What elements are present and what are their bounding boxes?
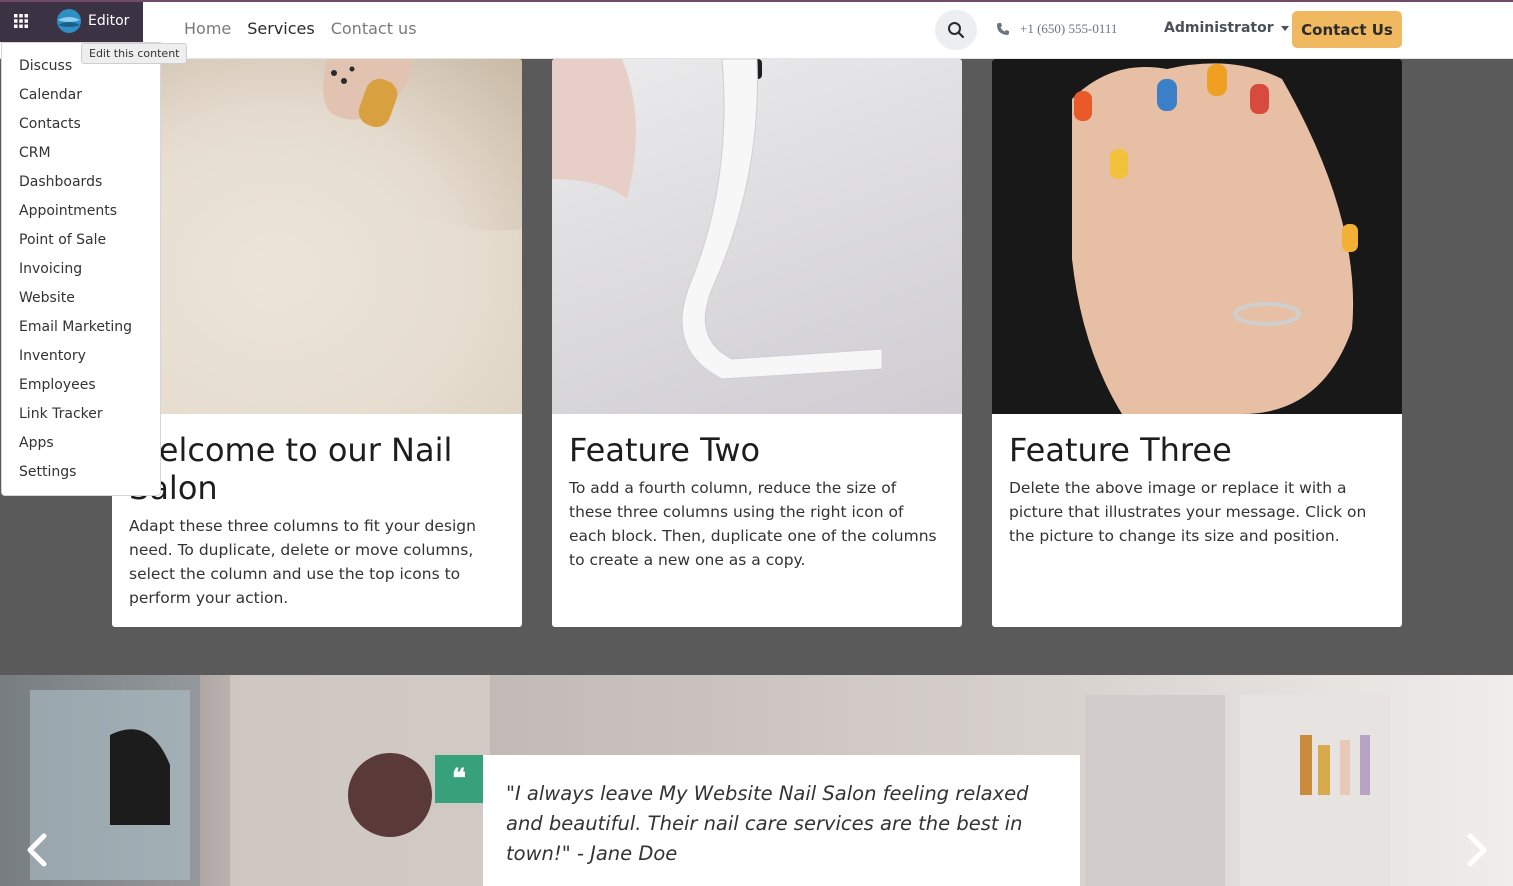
card-text-2: To add a fourth column, reduce the size …	[569, 479, 937, 569]
card-title-1: Welcome to our Nail Salon	[129, 431, 453, 507]
apps-grid-icon	[13, 14, 28, 28]
menu-item-appointments[interactable]: Appointments	[2, 197, 160, 226]
apps-dropdown-menu: Discuss Calendar Contacts CRM Dashboards…	[1, 42, 161, 496]
phone-contact[interactable]: +1 (650) 555-0111	[996, 21, 1117, 37]
editor-label: Editor	[88, 13, 130, 29]
feature-card-1: Welcome to our Nail Salon Adapt these th…	[112, 59, 522, 627]
apps-menu-button[interactable]	[0, 0, 41, 42]
nav-link-home[interactable]: Home	[184, 19, 231, 38]
menu-item-contacts[interactable]: Contacts	[2, 110, 160, 139]
user-name: Administrator	[1164, 20, 1274, 36]
nav-link-contact[interactable]: Contact us	[331, 19, 417, 38]
menu-item-website[interactable]: Website	[2, 284, 160, 313]
testimonial-card: "I always leave My Website Nail Salon fe…	[483, 755, 1080, 886]
search-icon	[948, 22, 965, 39]
quote-icon: ❝	[435, 755, 483, 803]
phone-number: +1 (650) 555-0111	[1020, 21, 1118, 36]
carousel-prev-icon[interactable]	[22, 832, 54, 868]
menu-item-crm[interactable]: CRM	[2, 139, 160, 168]
main-nav: Home Services Contact us	[184, 19, 417, 38]
feature-image-1[interactable]	[112, 59, 522, 414]
menu-item-apps[interactable]: Apps	[2, 429, 160, 458]
menu-item-employees[interactable]: Employees	[2, 371, 160, 400]
menu-item-dashboards[interactable]: Dashboards	[2, 168, 160, 197]
testimonial-quote: "I always leave My Website Nail Salon fe…	[506, 782, 1029, 865]
carousel-next-icon[interactable]	[1460, 832, 1492, 868]
feature-card-2: Feature Two To add a fourth column, redu…	[552, 59, 962, 627]
knit-sweater-image	[112, 59, 522, 414]
menu-item-point-of-sale[interactable]: Point of Sale	[2, 226, 160, 255]
manicured-hands-image	[1072, 63, 1358, 414]
search-button[interactable]	[935, 10, 977, 50]
menu-item-settings[interactable]: Settings	[2, 458, 160, 487]
menu-item-invoicing[interactable]: Invoicing	[2, 255, 160, 284]
user-menu[interactable]: Administrator	[1164, 20, 1289, 36]
card-text-3: Delete the above image or replace it wit…	[1009, 479, 1367, 545]
top-navbar: Editor Home Services Contact us +1 (650)…	[0, 0, 1513, 59]
card-text-1: Adapt these three columns to fit your de…	[129, 517, 476, 607]
feature-card-3: Feature Three Delete the above image or …	[992, 59, 1402, 627]
brand-top-line	[0, 0, 1513, 2]
caret-down-icon	[1280, 25, 1289, 31]
feature-image-2[interactable]	[552, 59, 962, 414]
editor-button[interactable]: Editor	[41, 0, 143, 42]
menu-item-email-marketing[interactable]: Email Marketing	[2, 313, 160, 342]
nav-link-services[interactable]: Services	[247, 19, 314, 38]
card-title-3: Feature Three	[1009, 431, 1232, 469]
menu-item-calendar[interactable]: Calendar	[2, 81, 160, 110]
contact-us-button[interactable]: Contact Us	[1292, 11, 1402, 48]
card-title-2: Feature Two	[569, 431, 761, 469]
feature-image-3[interactable]	[992, 59, 1402, 414]
odoo-logo-icon	[57, 9, 81, 33]
editor-tooltip: Edit this content	[81, 43, 188, 64]
menu-item-link-tracker[interactable]: Link Tracker	[2, 400, 160, 429]
phone-icon	[997, 23, 1009, 35]
menu-item-inventory[interactable]: Inventory	[2, 342, 160, 371]
ribbon-image	[552, 59, 883, 380]
